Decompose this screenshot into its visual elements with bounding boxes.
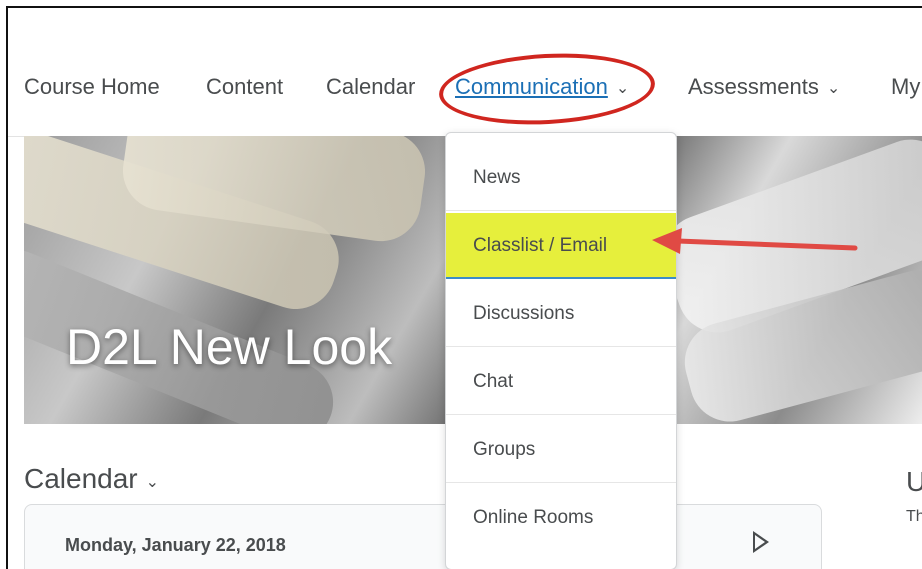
menu-item-news[interactable]: News [446, 145, 676, 211]
menu-item-label: Discussions [473, 303, 575, 324]
menu-item-label: Groups [473, 439, 536, 460]
browser-frame: Course Home Content Calendar Communicati… [6, 6, 922, 569]
top-bar [8, 8, 922, 49]
chevron-down-icon: ⌄ [145, 474, 160, 491]
menu-item-online-rooms[interactable]: Online Rooms [446, 485, 676, 551]
nav-item-my[interactable]: My [891, 74, 920, 100]
calendar-heading-label: Calendar [24, 463, 138, 494]
annotation-arrow-icon [652, 228, 858, 254]
menu-item-label: Online Rooms [473, 507, 594, 528]
menu-item-classlist-email[interactable]: Classlist / Email [446, 213, 676, 279]
calendar-widget-heading[interactable]: Calendar ⌄ [24, 463, 159, 495]
nav-item-course-home[interactable]: Course Home [24, 74, 160, 100]
menu-item-label: News [473, 167, 521, 188]
menu-item-discussions[interactable]: Discussions [446, 281, 676, 347]
nav-item-assessments[interactable]: Assessments ⌄ [688, 74, 840, 100]
right-widget-heading: U [906, 466, 922, 498]
communication-dropdown-menu: News Classlist / Email Discussions Chat … [445, 132, 677, 569]
next-arrow-icon[interactable] [753, 531, 769, 553]
menu-item-chat[interactable]: Chat [446, 349, 676, 415]
nav-item-calendar[interactable]: Calendar [326, 74, 415, 100]
banner-title: D2L New Look [66, 319, 393, 375]
chevron-down-icon: ⌄ [826, 80, 841, 97]
calendar-date: Monday, January 22, 2018 [65, 535, 286, 555]
nav-item-content[interactable]: Content [206, 74, 283, 100]
calendar-widget: Monday, January 22, 2018 [24, 504, 822, 569]
menu-item-groups[interactable]: Groups [446, 417, 676, 483]
menu-item-label: Chat [473, 371, 514, 392]
menu-item-label: Classlist / Email [473, 235, 608, 256]
nav-item-assessments-label: Assessments [688, 74, 819, 99]
right-widget-text: Th [906, 508, 922, 525]
